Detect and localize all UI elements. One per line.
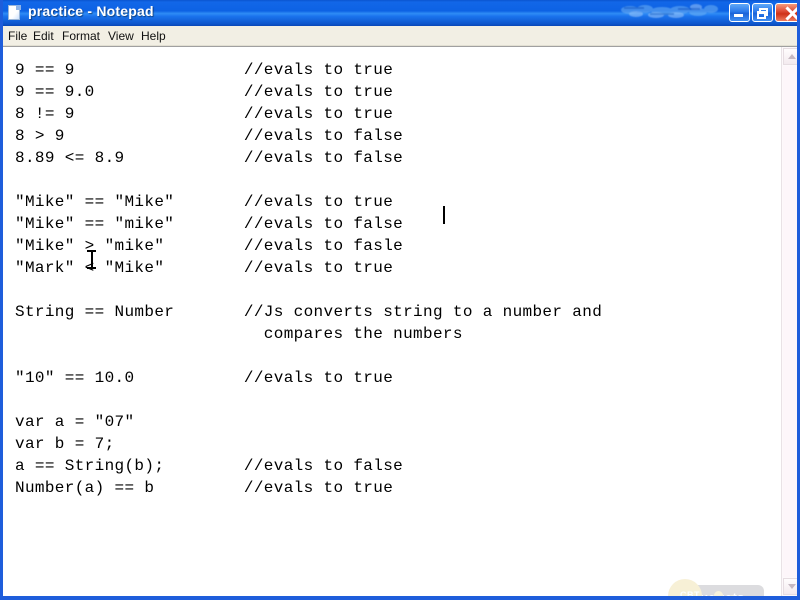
editor-text-content[interactable]: 9 == 9 //evals to true 9 == 9.0 //evals t… [15,59,602,499]
text-editor-area[interactable]: 9 == 9 //evals to true 9 == 9.0 //evals t… [0,46,797,596]
editor-left-border [0,47,1,596]
editor-line: "Mike" == "mike" //evals to false [15,215,404,233]
editor-line: var a = "07" [15,413,135,431]
editor-line: 9 == 9 //evals to true [15,61,394,79]
scrollbar-track[interactable] [783,66,797,577]
minimize-button[interactable] [729,3,750,22]
editor-line: 9 == 9.0 //evals to true [15,83,394,101]
title-bar[interactable]: practice - Notepad [3,0,797,26]
notepad-document-icon [8,5,22,20]
menu-item-format[interactable]: Format [62,29,100,43]
menu-item-help[interactable]: Help [141,29,166,43]
editor-line: "Mike" == "Mike" //evals to true [15,193,394,211]
cbt-nuggets-titlebar-artifact [621,4,718,18]
editor-line: "Mark" < "Mike" //evals to true [15,259,394,277]
vertical-scrollbar[interactable] [781,47,797,596]
menu-item-edit[interactable]: Edit [33,29,54,43]
window-title: practice - Notepad [28,3,154,19]
notepad-window: practice - Notepad File Edit Format View… [0,0,800,600]
editor-line: 8 != 9 //evals to true [15,105,394,123]
menu-item-file[interactable]: File [8,29,27,43]
editor-line: String == Number //Js converts string to… [15,303,603,321]
close-button[interactable] [775,3,797,22]
scroll-up-arrow-icon [788,54,796,59]
scroll-up-button[interactable] [783,48,797,65]
editor-line: 8.89 <= 8.9 //evals to false [15,149,404,167]
editor-line: var b = 7; [15,435,115,453]
scroll-down-arrow-icon [788,584,796,589]
scroll-down-button[interactable] [783,578,797,595]
editor-line: compares the numbers [15,325,463,343]
watermark-brand-text: nuggets [692,590,745,596]
menu-item-view[interactable]: View [108,29,134,43]
editor-line: "10" == 10.0 //evals to true [15,369,394,387]
i-beam-text-cursor [87,250,96,269]
text-caret [443,206,445,224]
minimize-icon [734,14,743,17]
cbt-nuggets-watermark: nuggets CBT [668,579,764,596]
editor-line: 8 > 9 //evals to false [15,127,404,145]
editor-line: a == String(b); //evals to false [15,457,404,475]
editor-line: Number(a) == b //evals to true [15,479,394,497]
editor-line: "Mike" > "mike" //evals to fasle [15,237,404,255]
maximize-restore-button[interactable] [752,3,773,22]
menu-bar: File Edit Format View Help [3,26,797,46]
watermark-badge-text: CBT [680,590,700,596]
